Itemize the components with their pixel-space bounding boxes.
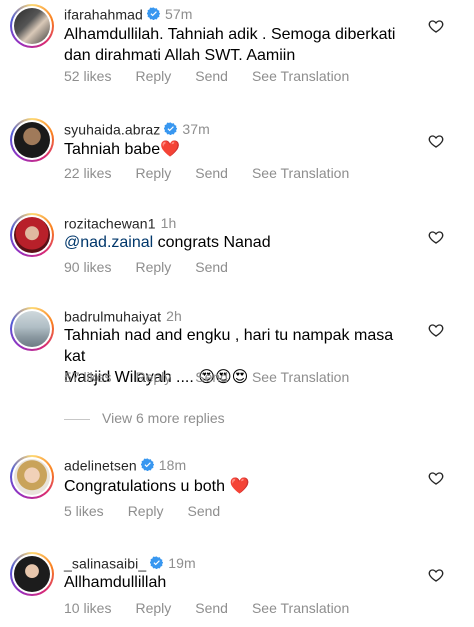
heart-outline-icon[interactable] [428,133,444,149]
comment-actions: 52 likes Reply Send See Translation [64,68,373,84]
timestamp: 2h [166,308,182,325]
send-button[interactable]: Send [187,503,220,519]
comment-header: syuhaida.abraz 37m [64,120,210,137]
see-translation-button[interactable]: See Translation [252,600,349,616]
likes-count[interactable]: 22 likes [64,165,111,181]
heart-emoji: ❤️ [160,141,181,158]
comment-text: Congratulations u both ❤️ [64,478,250,495]
comment-header: _salinasaibi_ 19m [64,554,196,571]
verified-badge-icon [146,7,160,20]
avatar[interactable] [10,552,54,596]
heart-emoji: ❤️ [229,478,250,495]
comment-header: badrulmuhaiyat 2h [64,307,182,324]
timestamp: 1h [160,215,177,232]
likes-count[interactable]: 10 likes [64,600,111,616]
comment-actions: 10 likes Reply Send See Translation [64,600,373,616]
username[interactable]: syuhaida.abraz [64,121,160,137]
timestamp: 37m [182,121,210,138]
reply-button[interactable]: Reply [135,68,171,84]
comment-header: adelinetsen 18m [64,456,186,473]
divider [64,418,90,420]
avatar[interactable] [10,307,54,351]
send-button[interactable]: Send [195,165,228,181]
likes-count[interactable]: 5 likes [64,503,104,519]
likes-count[interactable]: 90 likes [64,259,111,275]
send-button[interactable]: Send [195,369,228,385]
comment-actions: 22 likes Reply Send See Translation [64,165,373,181]
comment-actions: 5 likes Reply Send [64,503,244,519]
reply-button[interactable]: Reply [135,369,171,385]
verified-badge-icon [140,458,154,471]
see-translation-button[interactable]: See Translation [252,369,349,385]
username[interactable]: ifarahahmad [64,6,143,22]
comment-header: ifarahahmad 57m [64,5,192,22]
view-more-replies-button[interactable]: View 6 more replies [64,410,225,426]
heart-outline-icon[interactable] [428,229,444,245]
comment-text: Allhamdullillah [64,574,167,591]
reply-button[interactable]: Reply [135,165,171,181]
heart-outline-icon[interactable] [428,322,444,338]
username[interactable]: badrulmuhaiyat [64,308,161,324]
send-button[interactable]: Send [195,600,228,616]
likes-count[interactable]: 57 likes [64,369,111,385]
see-translation-button[interactable]: See Translation [252,68,349,84]
heart-outline-icon[interactable] [428,470,444,486]
comment-actions: 90 likes Reply Send [64,259,252,275]
timestamp: 19m [168,555,196,572]
comment-header: rozitachewan1 1h [64,214,176,231]
heart-outline-icon[interactable] [428,18,444,34]
username[interactable]: _salinasaibi_ [64,555,146,571]
avatar[interactable] [10,118,54,162]
comment-actions: 57 likes Reply Send See Translation [64,369,373,385]
username[interactable]: rozitachewan1 [64,215,156,231]
send-button[interactable]: Send [195,68,228,84]
comment-text: Tahniah babe❤️ [64,141,181,158]
comment-text: Alhamdullilah. Tahniah adik . Semoga dib… [64,26,396,64]
see-translation-button[interactable]: See Translation [252,165,349,181]
avatar[interactable] [10,213,54,257]
send-button[interactable]: Send [195,259,228,275]
reply-button[interactable]: Reply [135,259,171,275]
username[interactable]: adelinetsen [64,457,137,473]
timestamp: 57m [164,6,193,23]
timestamp: 18m [158,457,187,474]
avatar[interactable] [10,4,54,48]
comment-text: @nad.zainal congrats Nanad [64,234,271,251]
mention-link[interactable]: @nad.zainal [64,234,153,251]
likes-count[interactable]: 52 likes [64,68,111,84]
heart-outline-icon[interactable] [428,567,444,583]
reply-button[interactable]: Reply [135,600,171,616]
avatar[interactable] [10,455,54,499]
reply-button[interactable]: Reply [128,503,164,519]
verified-badge-icon [164,122,178,135]
verified-badge-icon [150,556,164,569]
